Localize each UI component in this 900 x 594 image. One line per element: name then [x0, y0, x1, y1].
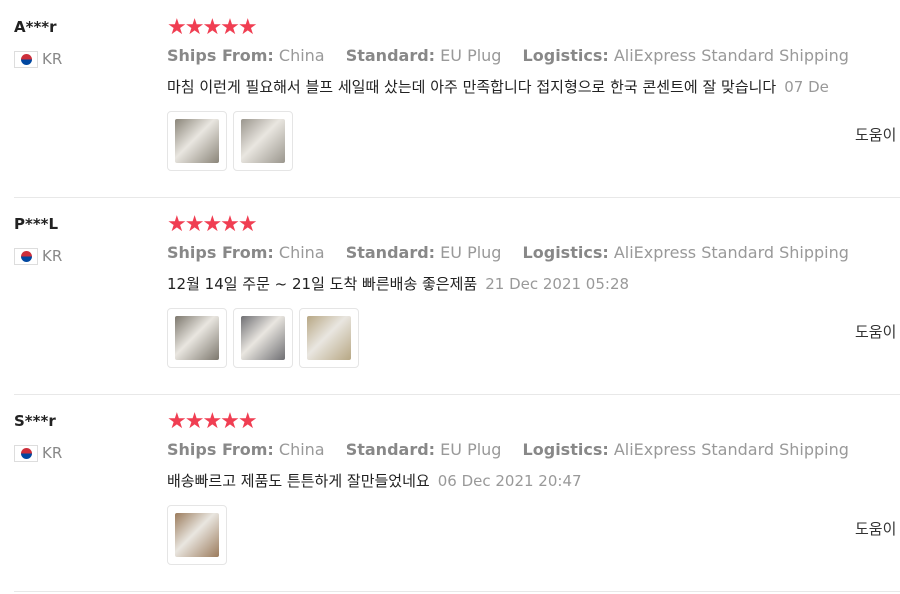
review-body: 배송빠르고 제품도 튼튼하게 잘만들었네요: [167, 472, 430, 490]
logistics-value: AliExpress Standard Shipping: [613, 243, 849, 262]
country-code: KR: [42, 50, 63, 68]
review-body: 12월 14일 주문 ~ 21일 도착 빠른배송 좋은제품: [167, 275, 478, 293]
review-photos: [167, 308, 359, 368]
review-date: 07 De: [784, 78, 829, 96]
review-date: 21 Dec 2021 05:28: [485, 275, 630, 293]
review-item: P***L KR ★★★★★ Ships From: China Standar…: [0, 197, 900, 395]
review-photos: [167, 111, 293, 171]
standard-value: EU Plug: [440, 243, 502, 262]
star-rating: ★★★★★: [167, 409, 258, 434]
korea-flag-icon: [14, 247, 38, 265]
review-photo: [307, 316, 351, 360]
review-date: 06 Dec 2021 20:47: [437, 472, 582, 490]
review-photo-thumbnail[interactable]: [167, 308, 227, 368]
review-item: S***r KR ★★★★★ Ships From: China Standar…: [0, 394, 900, 592]
ships-from-label: Ships From:: [167, 440, 274, 459]
review-item: A***r KR ★★★★★ Ships From: China Standar…: [0, 0, 900, 198]
standard-value: EU Plug: [440, 46, 502, 65]
reviewer-name: P***L: [14, 215, 59, 233]
standard-label: Standard:: [345, 243, 436, 262]
ships-from-label: Ships From:: [167, 243, 274, 262]
review-text: 12월 14일 주문 ~ 21일 도착 빠른배송 좋은제품 21 Dec 2021…: [167, 273, 629, 294]
country-code: KR: [42, 444, 63, 462]
reviewer-name: S***r: [14, 412, 56, 430]
helpful-button[interactable]: 도움이: [855, 321, 896, 342]
ships-from-value: China: [278, 243, 325, 262]
ships-from-label: Ships From:: [167, 46, 274, 65]
review-photo: [175, 119, 219, 163]
korea-flag-icon: [14, 444, 38, 462]
reviewer-country: KR: [14, 247, 62, 265]
review-text: 마침 이런게 필요해서 블프 세일때 샀는데 아주 만족합니다 접지형으로 한국…: [167, 76, 829, 97]
standard-value: EU Plug: [440, 440, 502, 459]
logistics-label: Logistics:: [522, 46, 609, 65]
review-text: 배송빠르고 제품도 튼튼하게 잘만들었네요 06 Dec 2021 20:47: [167, 470, 582, 491]
reviewer-country: KR: [14, 444, 62, 462]
review-photos: [167, 505, 227, 565]
review-photo-thumbnail[interactable]: [233, 308, 293, 368]
review-photo-thumbnail[interactable]: [299, 308, 359, 368]
order-properties: Ships From: China Standard: EU Plug Logi…: [167, 440, 865, 459]
order-properties: Ships From: China Standard: EU Plug Logi…: [167, 243, 865, 262]
star-rating: ★★★★★: [167, 15, 258, 40]
logistics-label: Logistics:: [522, 243, 609, 262]
country-code: KR: [42, 247, 63, 265]
korea-flag-icon: [14, 50, 38, 68]
review-photo: [175, 316, 219, 360]
review-photo-thumbnail[interactable]: [167, 111, 227, 171]
star-rating: ★★★★★: [167, 212, 258, 237]
review-photo: [241, 316, 285, 360]
ships-from-value: China: [278, 440, 325, 459]
reviewer-country: KR: [14, 50, 62, 68]
review-photo: [241, 119, 285, 163]
logistics-value: AliExpress Standard Shipping: [613, 46, 849, 65]
reviewer-name: A***r: [14, 18, 57, 36]
ships-from-value: China: [278, 46, 325, 65]
standard-label: Standard:: [345, 440, 436, 459]
helpful-button[interactable]: 도움이: [855, 518, 896, 539]
helpful-button[interactable]: 도움이: [855, 124, 896, 145]
review-photo-thumbnail[interactable]: [233, 111, 293, 171]
review-body: 마침 이런게 필요해서 블프 세일때 샀는데 아주 만족합니다 접지형으로 한국…: [167, 78, 777, 96]
logistics-value: AliExpress Standard Shipping: [613, 440, 849, 459]
order-properties: Ships From: China Standard: EU Plug Logi…: [167, 46, 865, 65]
logistics-label: Logistics:: [522, 440, 609, 459]
review-photo-thumbnail[interactable]: [167, 505, 227, 565]
standard-label: Standard:: [345, 46, 436, 65]
review-photo: [175, 513, 219, 557]
